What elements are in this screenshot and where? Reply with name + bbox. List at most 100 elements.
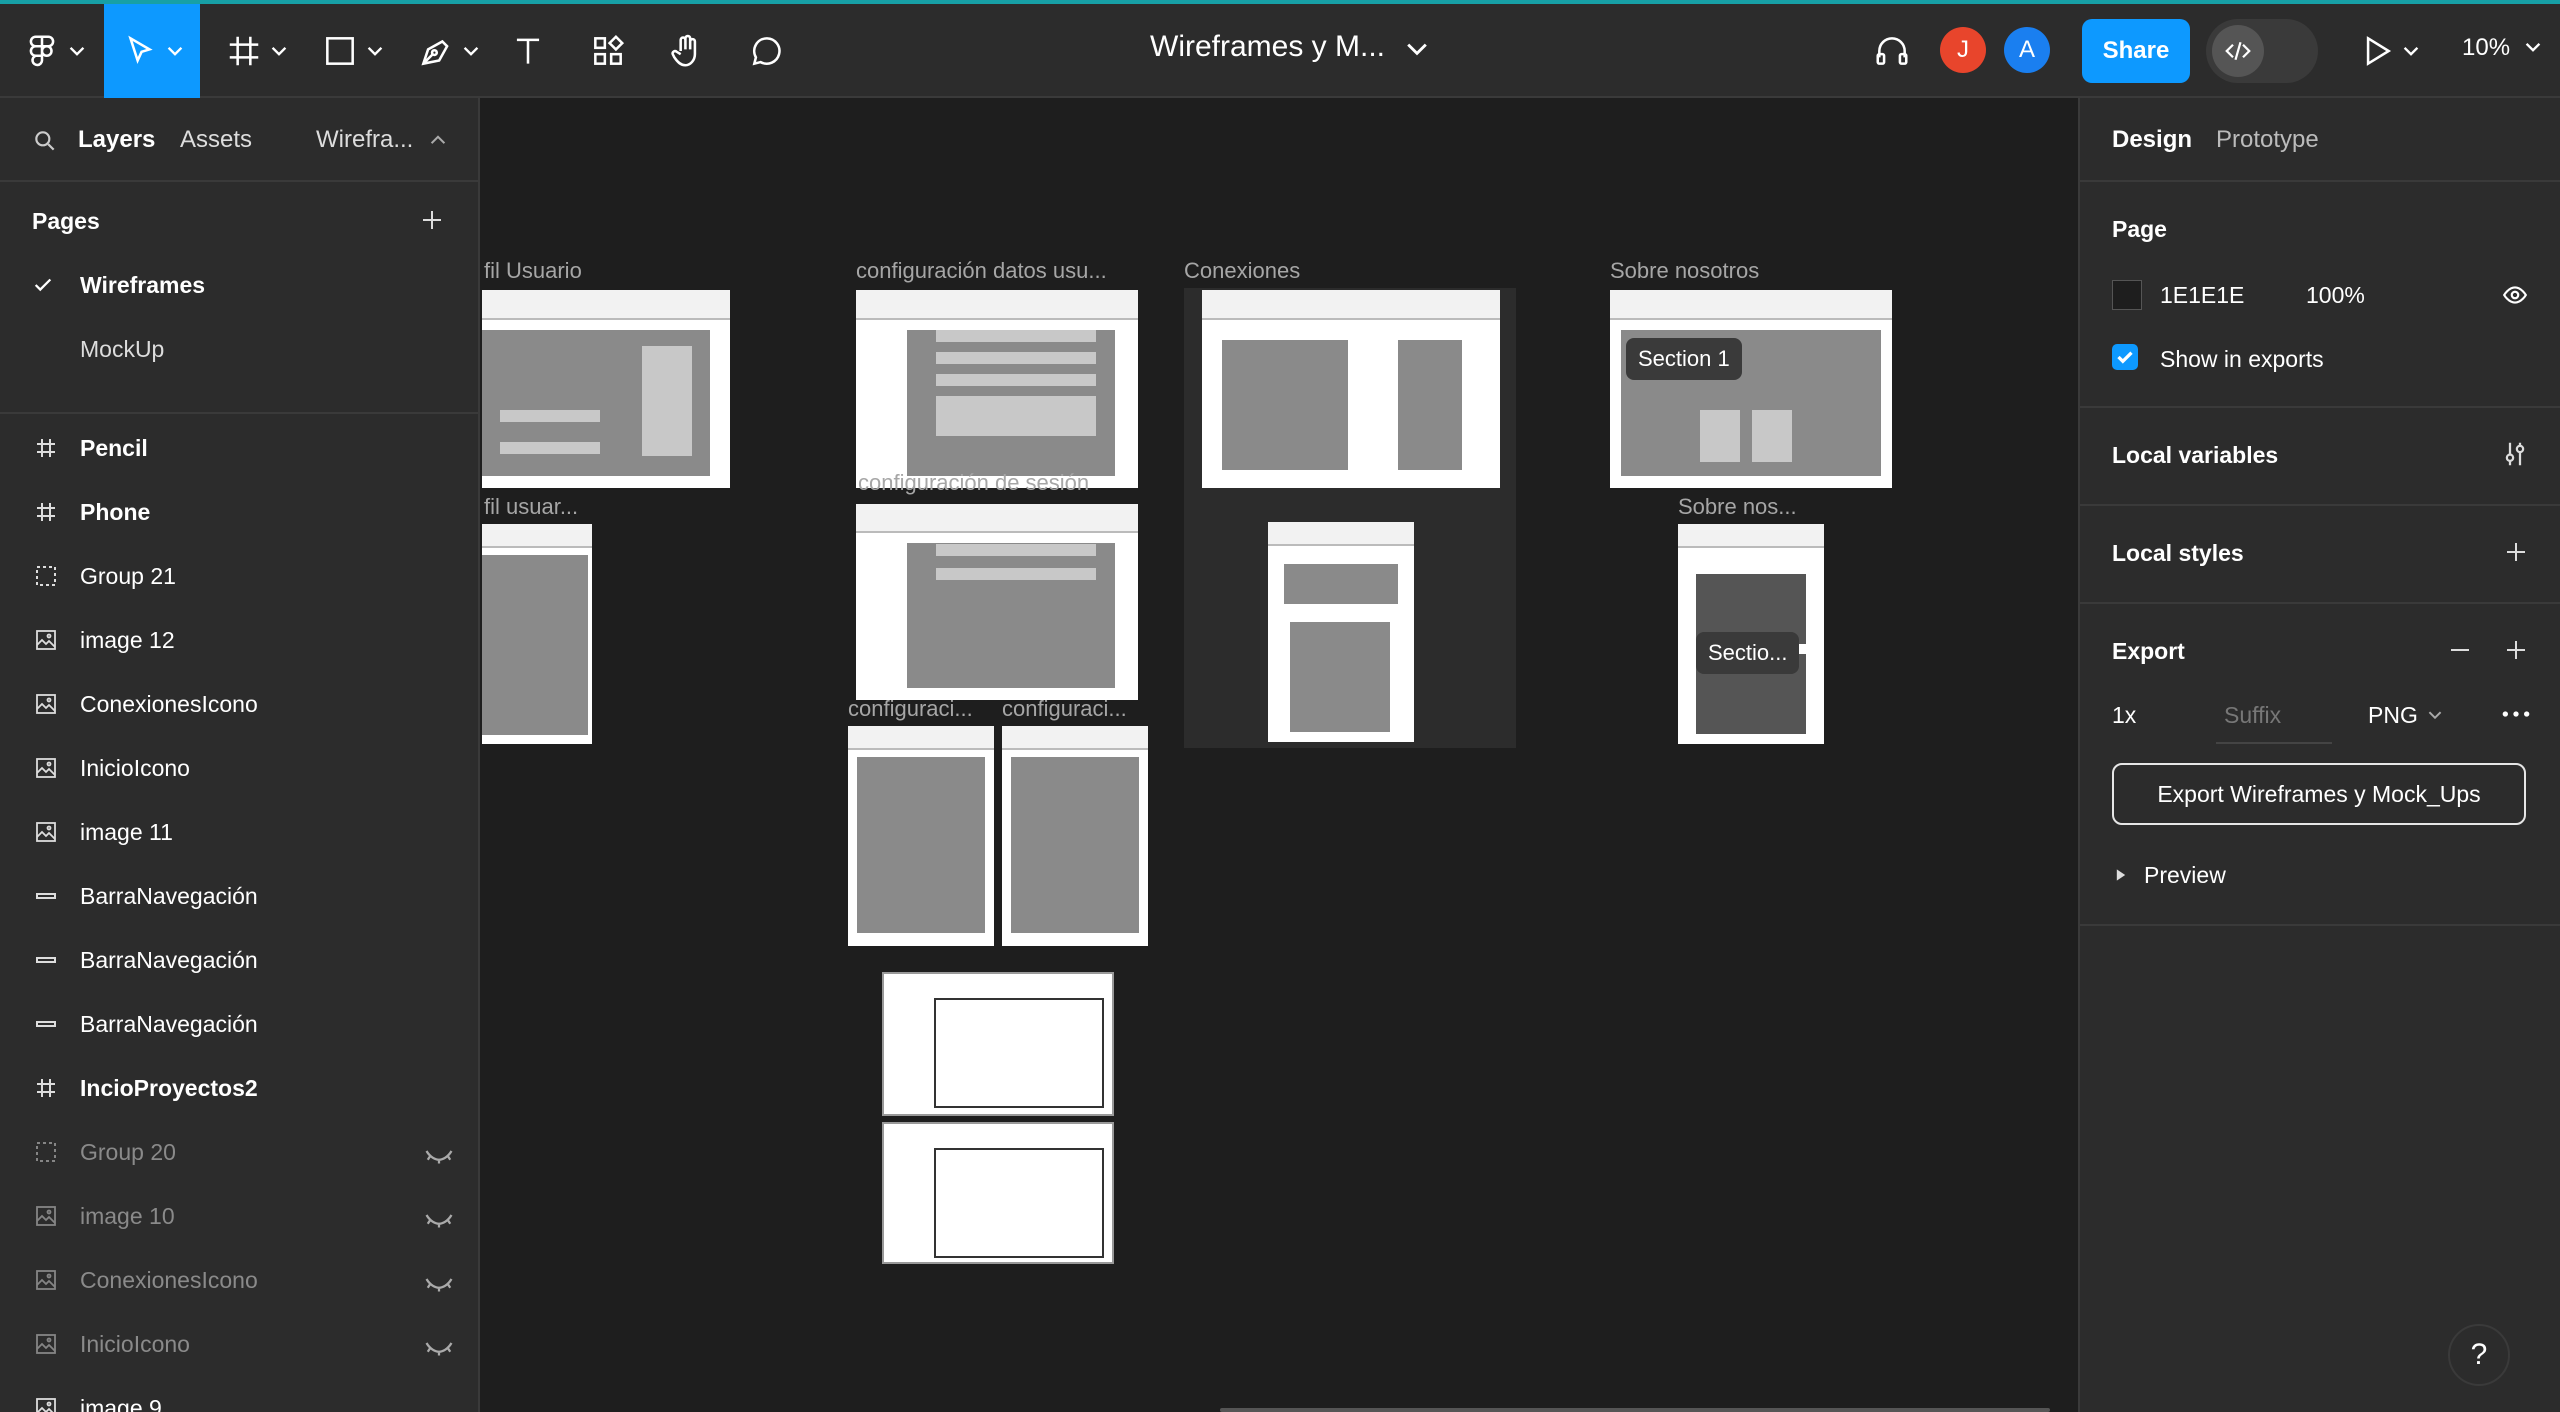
image-icon xyxy=(34,1268,58,1292)
text-tool-button[interactable] xyxy=(504,4,552,98)
wireframe-frame[interactable] xyxy=(848,726,994,946)
add-export-icon[interactable] xyxy=(2504,638,2528,662)
caret-right-icon[interactable] xyxy=(2114,868,2128,882)
present-button[interactable] xyxy=(2356,4,2420,98)
layer-item[interactable]: InicioIcono xyxy=(0,1312,478,1376)
move-tool-button[interactable] xyxy=(104,4,200,98)
shape-tool-button[interactable] xyxy=(314,4,390,98)
frame-label[interactable]: fil Usuario xyxy=(484,258,582,284)
wireframe-frame[interactable] xyxy=(856,290,1138,488)
wireframe-frame[interactable] xyxy=(856,504,1138,700)
tab-design[interactable]: Design xyxy=(2112,126,2192,154)
preview-toggle[interactable]: Preview xyxy=(2144,862,2226,889)
frame-header xyxy=(856,504,1138,534)
layer-item[interactable]: InicioIcono xyxy=(0,736,478,800)
wireframe-frame[interactable] xyxy=(1002,726,1148,946)
chevron-down-icon[interactable] xyxy=(1406,38,1428,60)
layer-item[interactable]: BarraNavegación xyxy=(0,992,478,1056)
avatar[interactable]: A xyxy=(2004,27,2050,73)
frame-body xyxy=(906,543,1116,689)
layer-item[interactable]: Group 20 xyxy=(0,1120,478,1184)
show-in-exports-checkbox[interactable] xyxy=(2112,344,2138,370)
frame-label[interactable]: Sobre nosotros xyxy=(1610,258,1759,284)
color-swatch[interactable] xyxy=(2112,280,2142,310)
hidden-eye-icon[interactable] xyxy=(424,1272,454,1299)
export-scale-select[interactable]: 1x xyxy=(2112,702,2136,729)
sketch-frame[interactable] xyxy=(882,1122,1114,1264)
layer-item[interactable]: image 9 xyxy=(0,1376,478,1412)
add-page-icon[interactable] xyxy=(420,208,444,232)
design-canvas[interactable]: fil Usuario configuración datos usu... C… xyxy=(480,98,2078,1412)
hidden-eye-icon[interactable] xyxy=(424,1144,454,1171)
hidden-eye-icon[interactable] xyxy=(424,1208,454,1235)
frame-label[interactable]: configuración datos usu... xyxy=(856,258,1107,284)
audio-button[interactable] xyxy=(1866,4,1918,98)
eye-icon[interactable] xyxy=(2500,282,2530,308)
layer-item[interactable]: Phone xyxy=(0,480,478,544)
frame-header xyxy=(1610,290,1892,320)
variables-settings-icon[interactable] xyxy=(2500,438,2530,470)
wireframe-frame[interactable] xyxy=(482,524,592,744)
layer-label: image 11 xyxy=(80,819,173,845)
page-item-mockup[interactable]: MockUp xyxy=(0,318,478,382)
layer-item[interactable]: ConexionesIcono xyxy=(0,1248,478,1312)
divider xyxy=(0,412,478,414)
layer-item[interactable]: BarraNavegación xyxy=(0,928,478,992)
wireframe-frame[interactable] xyxy=(1202,290,1500,488)
chevron-up-icon[interactable] xyxy=(430,132,446,148)
background-opacity-input[interactable]: 100% xyxy=(2306,282,2365,309)
help-button[interactable]: ? xyxy=(2448,1324,2510,1386)
page-label: MockUp xyxy=(80,336,165,362)
wireframe-frame[interactable] xyxy=(1268,522,1414,742)
dev-mode-toggle[interactable] xyxy=(2206,19,2318,83)
horizontal-scrollbar[interactable] xyxy=(1220,1408,2050,1412)
wireframe-frame[interactable] xyxy=(1610,290,1892,488)
hand-tool-button[interactable] xyxy=(662,4,712,98)
tab-prototype[interactable]: Prototype xyxy=(2216,126,2319,154)
hidden-eye-icon[interactable] xyxy=(424,1336,454,1363)
add-style-icon[interactable] xyxy=(2504,540,2528,564)
layer-item[interactable]: Group 21 xyxy=(0,544,478,608)
layer-item[interactable]: image 11 xyxy=(0,800,478,864)
page-switcher[interactable]: Wirefra... xyxy=(316,126,413,154)
frame-label[interactable]: configuraci... xyxy=(848,696,973,722)
layer-item[interactable]: BarraNavegación xyxy=(0,864,478,928)
more-options-icon[interactable] xyxy=(2500,704,2532,724)
frame-label[interactable]: Conexiones xyxy=(1184,258,1300,284)
resources-tool-button[interactable] xyxy=(584,4,632,98)
pen-tool-button[interactable] xyxy=(410,4,486,98)
export-suffix-input[interactable]: Suffix xyxy=(2224,702,2281,729)
page-section-heading: Page xyxy=(2112,216,2167,242)
background-hex-input[interactable]: 1E1E1E xyxy=(2160,282,2244,309)
frame-label[interactable]: fil usuar... xyxy=(484,494,578,520)
document-title[interactable]: Wireframes y M... xyxy=(1150,30,1385,64)
layer-item[interactable]: image 10 xyxy=(0,1184,478,1248)
frame-label[interactable]: configuración de sesión xyxy=(858,470,1089,496)
layer-item[interactable]: ConexionesIcono xyxy=(0,672,478,736)
section-badge[interactable]: Sectio... xyxy=(1696,632,1800,674)
wireframe-frame[interactable] xyxy=(482,290,730,488)
layer-item[interactable]: Pencil xyxy=(0,416,478,480)
export-format-select[interactable]: PNG xyxy=(2368,702,2418,729)
section-badge[interactable]: Section 1 xyxy=(1626,338,1742,380)
export-button[interactable]: Export Wireframes y Mock_Ups xyxy=(2112,763,2526,825)
page-item-wireframes[interactable]: Wireframes xyxy=(0,254,478,318)
frame-label[interactable]: configuraci... xyxy=(1002,696,1127,722)
tab-layers[interactable]: Layers xyxy=(78,126,155,154)
share-button[interactable]: Share xyxy=(2082,19,2190,83)
zoom-menu[interactable]: 10% xyxy=(2462,34,2541,62)
avatar[interactable]: J xyxy=(1940,27,1986,73)
frame-tool-button[interactable] xyxy=(218,4,294,98)
chevron-down-icon[interactable] xyxy=(2428,708,2442,722)
comment-tool-button[interactable] xyxy=(742,4,792,98)
tab-assets[interactable]: Assets xyxy=(180,126,252,154)
local-variables-heading[interactable]: Local variables xyxy=(2112,442,2278,469)
sketch-frame[interactable] xyxy=(882,972,1114,1116)
main-menu-button[interactable] xyxy=(14,4,94,98)
frame-label[interactable]: Sobre nos... xyxy=(1678,494,1797,520)
layer-item[interactable]: image 12 xyxy=(0,608,478,672)
remove-export-icon[interactable] xyxy=(2448,638,2472,662)
pages-heading: Pages xyxy=(32,208,100,234)
layer-item[interactable]: IncioProyectos2 xyxy=(0,1056,478,1120)
search-icon[interactable] xyxy=(32,128,58,154)
